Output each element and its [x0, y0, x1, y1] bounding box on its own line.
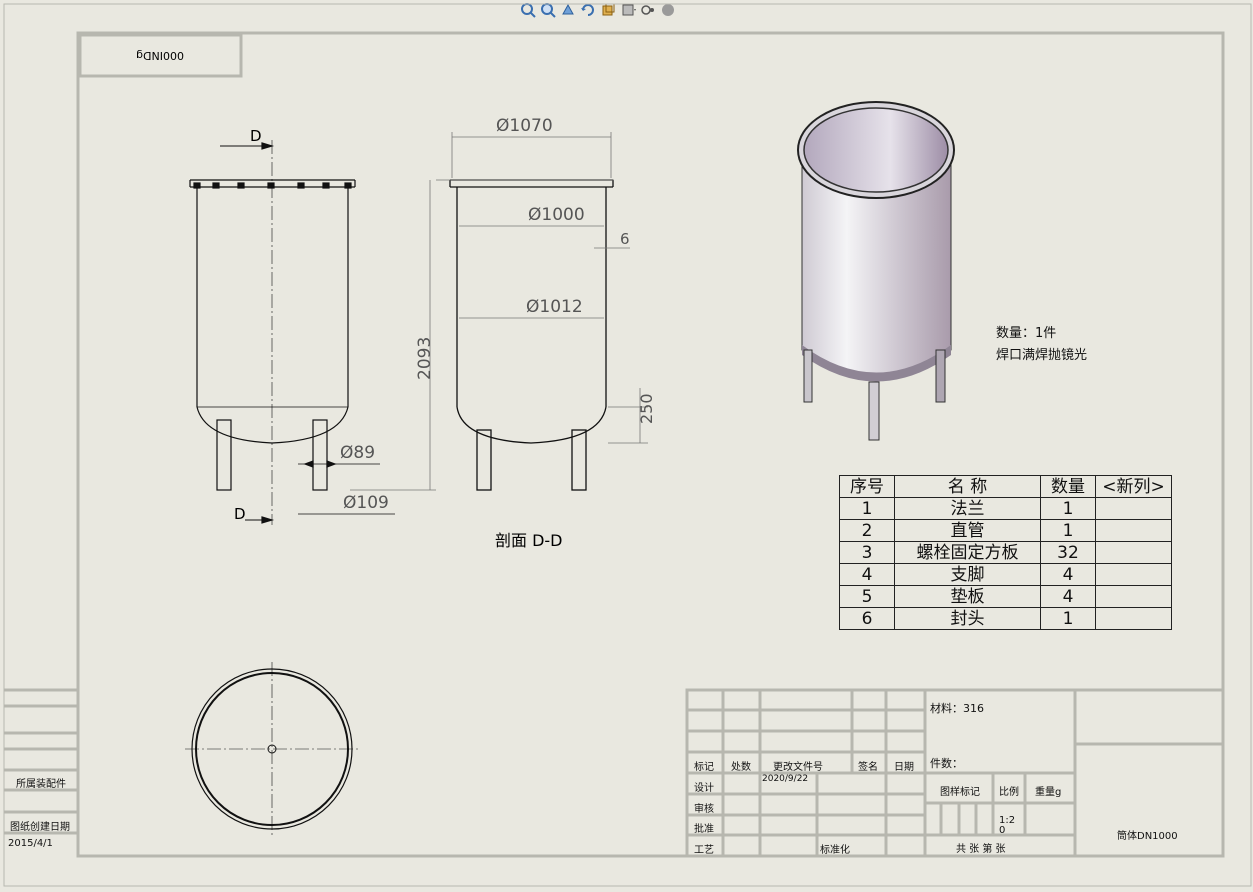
bom-cell: 6: [839, 607, 895, 630]
bom-cell: [1095, 585, 1172, 608]
dim-height: 2093: [415, 337, 435, 380]
dim-shell-dia: Ø1012: [526, 297, 583, 317]
bom-cell: 垫板: [894, 585, 1041, 608]
bom-cell: 1: [839, 497, 895, 520]
section-view: [449, 179, 614, 491]
bom-row: 5 垫板 4: [839, 585, 1172, 608]
bom-cell: 4: [1040, 563, 1096, 586]
bom-cell: [1095, 497, 1172, 520]
bom-cell: 1: [1040, 519, 1096, 542]
drawing-frame: [76, 31, 1225, 858]
bom-header-no: 序号: [839, 475, 895, 498]
created-date-label: 图纸创建日期: [10, 822, 70, 833]
bom-row: 4 支脚 4: [839, 563, 1172, 586]
bom-cell: [1095, 541, 1172, 564]
bom-header-name: 名 称: [894, 475, 1041, 498]
tb-design: 设计: [694, 783, 714, 794]
bom-cell: 4: [839, 563, 895, 586]
bom-row: 3 螺栓固定方板 32: [839, 541, 1172, 564]
bom-row: 2 直管 1: [839, 519, 1172, 542]
tb-mark: 标记: [694, 762, 714, 773]
bom-cell: [1095, 563, 1172, 586]
front-view: [189, 140, 395, 525]
mirrored-name: 000INDg: [136, 49, 184, 62]
dim-outer-dia: Ø1070: [496, 116, 553, 136]
bom-cell: 1: [1040, 607, 1096, 630]
tb-approve: 批准: [694, 824, 714, 835]
section-dimensions: [350, 132, 648, 491]
bom-cell: 直管: [894, 519, 1041, 542]
tb-process: 工艺: [694, 845, 714, 856]
assembly-label: 所属装配件: [16, 779, 66, 790]
bom-cell: [1095, 519, 1172, 542]
tb-stage-mark: 图样标记: [940, 787, 980, 798]
drawing-name: 筒体DN1000: [1117, 831, 1178, 842]
tb-design-date: 2020/9/22: [762, 774, 809, 784]
bom-cell: 2: [839, 519, 895, 542]
section-mark-top: D: [250, 127, 262, 145]
tb-sign: 签名: [858, 762, 878, 773]
bom-cell: [1095, 607, 1172, 630]
bom-header-qty: 数量: [1040, 475, 1096, 498]
material-label: 材料：316: [930, 702, 984, 715]
tb-change-doc: 更改文件号: [773, 762, 823, 773]
bom-cell: 4: [1040, 585, 1096, 608]
bom-cell: 5: [839, 585, 895, 608]
section-mark-bottom: D: [234, 505, 246, 523]
bom-cell: 封头: [894, 607, 1041, 630]
dim-leg-height: 250: [637, 393, 656, 424]
bom-cell: 法兰: [894, 497, 1041, 520]
tb-weight-label: 重量g: [1035, 787, 1062, 798]
bom-cell: 3: [839, 541, 895, 564]
bom-cell: 32: [1040, 541, 1096, 564]
dim-wall: 6: [620, 230, 630, 248]
dim-leg-spacing: Ø109: [343, 493, 389, 513]
note-weld: 焊口满焊抛镜光: [996, 348, 1088, 363]
created-date: 2015/4/1: [8, 838, 53, 849]
tb-count: 处数: [731, 762, 751, 773]
bom-row: 1 法兰 1: [839, 497, 1172, 520]
tb-date: 日期: [894, 762, 914, 773]
bom-cell: 螺栓固定方板: [894, 541, 1041, 564]
left-side-block: [4, 688, 78, 835]
isometric-view: [797, 101, 955, 441]
tb-standard: 标准化: [820, 845, 850, 856]
section-title: 剖面 D-D: [495, 531, 563, 550]
tb-review: 审核: [694, 804, 714, 815]
bom-header-row: 序号 名 称 数量 <新列>: [839, 475, 1172, 498]
bom-header-new: <新列>: [1095, 475, 1172, 498]
tb-scale-value-2: 0: [999, 825, 1006, 836]
tb-sheets: 共 张 第 张: [956, 844, 1006, 855]
bom-row: 6 封头 1: [839, 607, 1172, 630]
top-view: [185, 662, 359, 836]
tb-scale-label: 比例: [999, 787, 1019, 798]
drawing-sheet: 000INDg D D Ø89 Ø109 Ø1070 Ø1000 6 Ø1012…: [3, 3, 1252, 887]
note-quantity: 数量：1件: [996, 326, 1057, 341]
bom-cell: 1: [1040, 497, 1096, 520]
dim-inner-dia: Ø1000: [528, 205, 585, 225]
bom-table: 序号 名 称 数量 <新列> 1 法兰 1 2 直管 1 3 螺栓固定方板 32 4 支脚 4 …: [839, 475, 1172, 630]
part-number-label: 件数：: [930, 757, 963, 770]
dim-leg-dia: Ø89: [340, 443, 375, 463]
bom-cell: 支脚: [894, 563, 1041, 586]
